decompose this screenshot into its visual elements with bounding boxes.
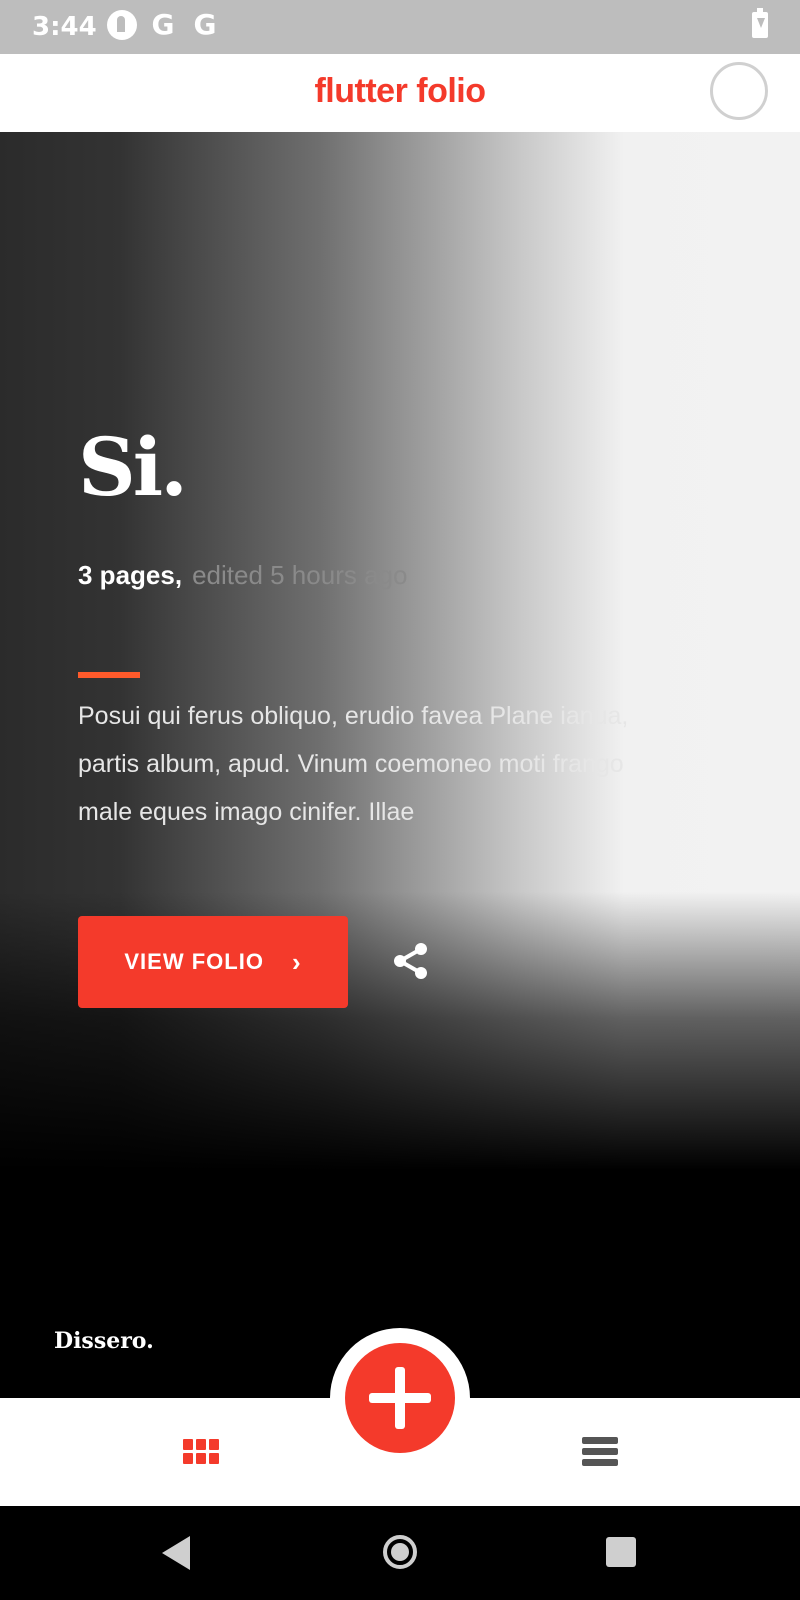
view-folio-label: VIEW FOLIO <box>124 949 264 974</box>
add-folio-button[interactable] <box>345 1343 455 1453</box>
grid-view-icon[interactable] <box>183 1439 219 1465</box>
list-view-icon[interactable] <box>582 1437 618 1467</box>
folio-meta: 3 pages, edited 5 hours ago <box>78 560 407 591</box>
view-folio-button[interactable]: VIEW FOLIO › <box>78 916 348 1008</box>
page-count: 3 pages, <box>78 560 183 590</box>
edited-time: edited 5 hours ago <box>192 560 408 590</box>
google-icon: G <box>151 8 175 41</box>
google-icon: G <box>193 8 217 41</box>
app-notification-icon <box>107 10 137 40</box>
app-header: flutter folio <box>0 54 800 132</box>
app-title: flutter folio <box>314 72 486 110</box>
home-icon[interactable] <box>383 1535 417 1569</box>
recents-icon[interactable] <box>606 1537 636 1567</box>
publisher-label: Dissero. <box>54 1328 154 1354</box>
status-bar: 3:44 G G <box>0 0 800 54</box>
folio-title: Si. <box>78 420 188 514</box>
system-navigation-bar <box>0 1506 800 1600</box>
folio-card: Si. 3 pages, edited 5 hours ago Posui qui… <box>0 132 800 1398</box>
accent-divider <box>78 672 140 678</box>
status-time: 3:44 <box>32 12 97 42</box>
folio-description: Posui qui ferus obliquo, erudio favea Pl… <box>78 702 629 826</box>
chevron-right-icon: › <box>291 946 302 977</box>
back-icon[interactable] <box>162 1536 190 1570</box>
profile-avatar-button[interactable] <box>710 62 768 120</box>
share-icon[interactable] <box>390 940 432 982</box>
battery-charging-icon <box>752 8 768 38</box>
